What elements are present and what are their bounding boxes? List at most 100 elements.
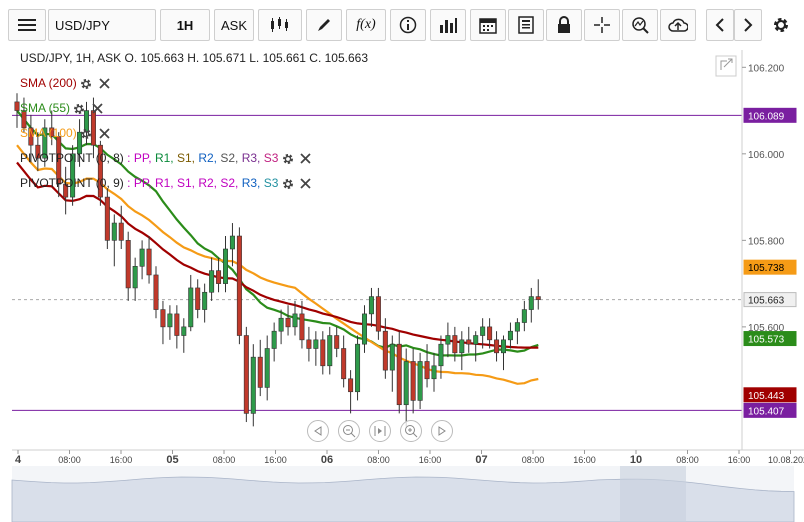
pivot-legend-item[interactable]: PIVOTPOINT (0, 9) : PP, R1, S1, R2, S2, … <box>20 176 312 190</box>
pivot-part: S2, <box>217 151 239 165</box>
candle-body <box>174 313 180 336</box>
price-tick-label: 105.800 <box>748 236 785 247</box>
candle-body <box>431 365 437 380</box>
zoom-in-icon <box>405 425 418 438</box>
indicator-label: SMA (200) <box>20 76 77 90</box>
close-icon[interactable] <box>300 153 312 164</box>
candle-body <box>216 270 222 284</box>
pivot-part: S3 <box>260 151 279 165</box>
candle-body <box>514 322 520 332</box>
time-tick-label: 07 <box>475 454 487 466</box>
candle-body <box>132 266 138 289</box>
candle-body <box>278 317 284 332</box>
plot-area <box>12 50 742 450</box>
price-label: 105.738 <box>743 259 797 275</box>
candle-body <box>334 335 340 349</box>
nav-forward-button[interactable] <box>431 420 453 442</box>
candle-body <box>473 335 479 345</box>
pivot-part: R3, <box>238 151 261 165</box>
pivot-part: R2, <box>194 176 217 190</box>
indicator-legend-item[interactable]: SMA (55) <box>20 101 103 115</box>
triangle-left-icon <box>314 426 322 436</box>
candle-body <box>341 348 347 380</box>
time-tick-label: 08:00 <box>676 455 699 465</box>
price-chart[interactable]: 106.200106.000105.800105.600 4 08:00 16:00… <box>0 0 804 522</box>
gear-icon[interactable] <box>282 153 294 165</box>
indicator-legend-item[interactable]: SMA (200) <box>20 76 110 90</box>
triangle-right-icon <box>438 426 446 436</box>
gear-icon[interactable] <box>80 78 92 90</box>
time-tick-label: 16:00 <box>264 455 287 465</box>
candle-body <box>355 343 361 393</box>
ohlc-header: USD/JPY, 1H, ASK O. 105.663 H. 105.671 L… <box>20 51 369 65</box>
price-label-text: 105.663 <box>748 296 785 307</box>
pivot-legend-item[interactable]: PIVOTPOINT (0, 8) : PP, R1, S1, R2, S2, … <box>20 151 312 165</box>
gear-icon[interactable] <box>282 178 294 190</box>
candle-body <box>229 235 235 250</box>
candle-body <box>438 343 444 367</box>
price-label-text: 105.738 <box>748 263 785 274</box>
popout-icon[interactable] <box>715 55 737 77</box>
candle-body <box>445 335 451 345</box>
candle-body <box>348 378 354 393</box>
gear-icon[interactable] <box>80 128 92 140</box>
indicator-label: SMA (55) <box>20 101 71 115</box>
close-icon[interactable] <box>99 78 110 89</box>
candle-body <box>146 248 152 276</box>
price-label-text: 106.089 <box>748 111 785 122</box>
candle-body <box>14 101 20 111</box>
pivot-part: S1, <box>173 176 195 190</box>
time-axis: 4 08:00 16:00 05 08:00 16:00 06 08:00 16:00 07 08:… <box>15 450 804 466</box>
reset-zoom-button[interactable] <box>369 420 391 442</box>
price-label-text: 105.407 <box>748 406 785 417</box>
candle <box>236 227 242 345</box>
time-tick-label: 08:00 <box>367 455 390 465</box>
candle-body <box>223 248 229 284</box>
candle-body <box>417 361 423 401</box>
zoom-in-button[interactable] <box>400 420 422 442</box>
nav-back-button[interactable] <box>307 420 329 442</box>
time-tick-label: 16:00 <box>419 455 442 465</box>
time-tick-label: 06 <box>321 454 333 466</box>
candle-body <box>104 196 110 241</box>
navigator-window[interactable] <box>620 466 686 522</box>
zoom-out-button[interactable] <box>338 420 360 442</box>
candle-body <box>452 335 458 354</box>
time-tick-label: 08:00 <box>522 455 545 465</box>
candle-body <box>160 309 166 328</box>
time-tick-label: 4 <box>15 454 22 466</box>
gear-icon[interactable] <box>73 103 85 115</box>
time-tick-label: 16:00 <box>110 455 133 465</box>
pivot-part: S2, <box>217 176 239 190</box>
candle-body <box>382 330 388 371</box>
pivot-part: S3 <box>260 176 279 190</box>
close-icon[interactable] <box>300 178 312 189</box>
time-tick-label: 08:00 <box>213 455 236 465</box>
price-label: 105.573 <box>743 331 797 347</box>
price-label: 105.443 <box>743 387 797 403</box>
pivot-part: : PP, <box>123 176 152 190</box>
candle <box>243 326 249 423</box>
pivot-part: R3, <box>238 176 261 190</box>
pivot-label: PIVOTPOINT (0, 8) <box>20 151 124 165</box>
candle-body <box>424 361 430 380</box>
candle <box>104 188 110 249</box>
candle <box>355 335 361 401</box>
candle-body <box>202 291 208 310</box>
candle-body <box>327 335 333 367</box>
close-icon[interactable] <box>92 103 103 114</box>
close-icon[interactable] <box>99 128 110 139</box>
pivot-part: : PP, <box>123 151 152 165</box>
candle-body <box>507 330 513 341</box>
pivot-part: R2, <box>194 151 217 165</box>
indicator-legend-item[interactable]: SMA (100) <box>20 126 110 140</box>
price-label: 106.089 <box>743 107 797 123</box>
indicator-label: SMA (100) <box>20 126 77 140</box>
candle-body <box>264 348 270 388</box>
candle-body <box>403 361 409 406</box>
price-label: 105.663 <box>743 292 797 308</box>
candle-body <box>167 313 173 328</box>
candle-body <box>181 326 187 336</box>
pivot-label: PIVOTPOINT (0, 9) <box>20 176 124 190</box>
candle-body <box>368 296 374 315</box>
